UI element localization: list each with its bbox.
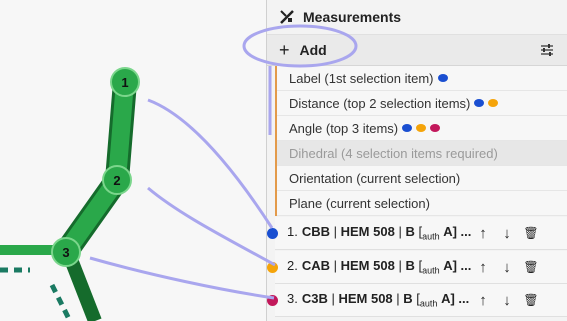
atom-3[interactable]: 3	[51, 237, 81, 267]
measurement-chain: B	[405, 258, 415, 274]
menu-item[interactable]: Angle (top 3 items)	[277, 116, 567, 141]
atom-2[interactable]: 2	[102, 165, 132, 195]
measurement-auth: auth	[422, 265, 440, 276]
selection-dot-icon	[488, 99, 499, 107]
ring-bond	[65, 259, 102, 321]
menu-item-label: Angle (top 3 items)	[289, 120, 399, 136]
atom-1[interactable]: 1	[110, 67, 140, 97]
ring-bond-dashed	[49, 283, 73, 321]
menu-item[interactable]: Orientation (current selection)	[277, 166, 567, 191]
arrow-up-icon: ↑	[479, 224, 487, 242]
menu-item-label: Plane (current selection)	[289, 195, 430, 211]
menu-item: Dihedral (4 selection items required)	[277, 141, 567, 166]
measurement-atom: CBB	[301, 224, 331, 240]
measurement-sep: [	[414, 224, 423, 240]
measurement-num: 1.	[287, 224, 298, 240]
measurement-color-dot-icon	[267, 227, 278, 239]
measurement-row[interactable]: 3. C3B | HEM 508 | B [auth A] ... ↑ ↓ 🗑	[267, 284, 567, 317]
measurement-sep: |	[330, 224, 341, 240]
measurement-sep: |	[394, 224, 406, 240]
measurement-row[interactable]: 2. CAB | HEM 508 | B [auth A] ... ↑ ↓ 🗑	[267, 251, 567, 284]
measurement-auth: auth	[419, 298, 438, 309]
measurement-chain2: A	[443, 258, 453, 274]
arrow-down-icon: ↓	[503, 258, 511, 276]
measurement-num: 2.	[287, 258, 298, 274]
measurement-sep: |	[392, 291, 404, 307]
atom-label: 2	[113, 173, 120, 188]
selection-dot-icon	[402, 124, 413, 132]
delete-button[interactable]: 🗑	[519, 255, 543, 279]
selection-dot-icon	[474, 99, 485, 107]
menu-item-label: Distance (top 2 selection items)	[289, 95, 471, 111]
measurement-atom: C3B	[301, 291, 328, 307]
measurement-res: HEM 508	[340, 258, 395, 274]
measurement-row[interactable]: 1. CBB | HEM 508 | B [auth A] ... ↑ ↓ 🗑	[267, 217, 567, 250]
add-measurement-button[interactable]: + Add	[267, 35, 327, 65]
arrow-down-icon: ↓	[503, 224, 511, 242]
measurement-chain: B	[405, 224, 415, 240]
move-down-button[interactable]: ↓	[495, 255, 519, 279]
selection-dot-icon	[416, 124, 427, 132]
measurement-sep: |	[327, 291, 339, 307]
add-bar: + Add	[267, 35, 567, 66]
menu-item-label: Label (1st selection item)	[289, 70, 434, 86]
measurements-panel: Measurements + Add Label (1st selection …	[266, 0, 567, 321]
move-down-button[interactable]: ↓	[495, 288, 519, 312]
arrow-up-icon: ↑	[479, 258, 487, 276]
menu-item-label: Dihedral (4 selection items required)	[289, 145, 498, 161]
measurement-sep: |	[330, 258, 341, 274]
trash-icon: 🗑	[523, 226, 539, 240]
measurement-label: 1. CBB | HEM 508 | B [auth A] ...	[275, 224, 471, 242]
plus-icon: +	[279, 40, 290, 60]
measurement-res: HEM 508	[340, 224, 395, 240]
move-up-button[interactable]: ↑	[471, 255, 495, 279]
measurement-chain2: A	[443, 224, 453, 240]
measurement-sep: ] ...	[450, 291, 470, 307]
settings-button[interactable]	[527, 35, 567, 65]
add-label: Add	[299, 42, 327, 58]
measurement-auth: auth	[422, 231, 440, 242]
selection-dot-icon	[430, 124, 441, 132]
atom-label: 3	[62, 245, 69, 260]
measurement-sep: ] ...	[452, 224, 471, 240]
sliders-icon	[541, 44, 553, 56]
arrow-down-icon: ↓	[503, 291, 511, 309]
panel-title: Measurements	[303, 9, 402, 25]
measurement-sep: |	[394, 258, 406, 274]
move-down-button[interactable]: ↓	[495, 221, 519, 245]
measurement-num: 3.	[287, 291, 298, 307]
menu-item-label: Orientation (current selection)	[289, 170, 461, 186]
measurement-atom: CAB	[301, 258, 331, 274]
measurement-sep: ] ...	[452, 258, 471, 274]
menu-item[interactable]: Plane (current selection)	[277, 191, 567, 216]
measure-tools-icon	[280, 10, 294, 24]
menu-item[interactable]: Label (1st selection item)	[277, 66, 567, 91]
delete-button[interactable]: 🗑	[519, 288, 543, 312]
panel-header: Measurements	[267, 0, 567, 35]
move-up-button[interactable]: ↑	[471, 288, 495, 312]
measurement-label: 3. C3B | HEM 508 | B [auth A] ...	[275, 291, 471, 309]
move-up-button[interactable]: ↑	[471, 221, 495, 245]
measurement-color-dot-icon	[267, 261, 278, 273]
arrow-up-icon: ↑	[479, 291, 487, 309]
add-measurement-menu: Label (1st selection item) Distance (top …	[275, 66, 567, 216]
atom-label: 1	[121, 75, 128, 90]
measurement-label: 2. CAB | HEM 508 | B [auth A] ...	[275, 258, 471, 276]
delete-button[interactable]: 🗑	[519, 221, 543, 245]
measurement-chain: B	[403, 291, 413, 307]
measurement-color-dot-icon	[267, 294, 278, 306]
menu-item[interactable]: Distance (top 2 selection items)	[277, 91, 567, 116]
measurement-sep: [	[412, 291, 420, 307]
trash-icon: 🗑	[523, 260, 539, 274]
selection-dot-icon	[437, 74, 448, 82]
measurement-sep: [	[414, 258, 423, 274]
measurement-res: HEM 508	[338, 291, 393, 307]
trash-icon: 🗑	[523, 293, 539, 307]
